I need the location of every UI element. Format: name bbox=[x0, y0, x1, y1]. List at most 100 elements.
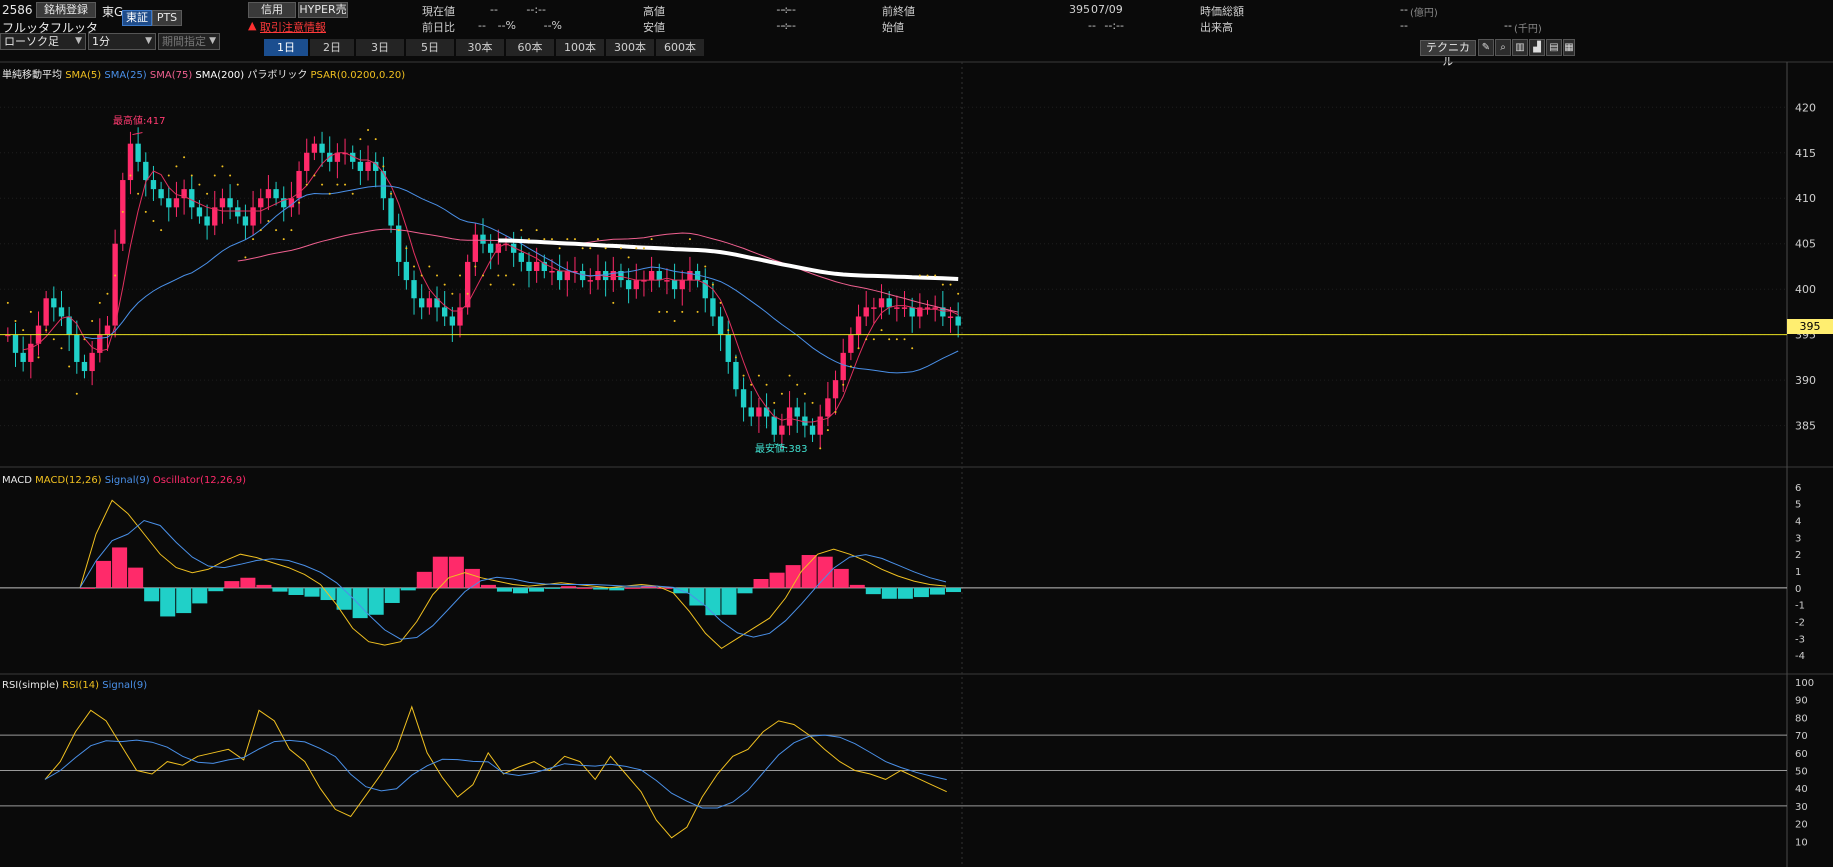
psar-dot bbox=[436, 274, 439, 277]
psar-dot bbox=[604, 247, 607, 250]
macd-tick-label: 1 bbox=[1795, 567, 1801, 578]
macd-osc-bar bbox=[96, 560, 112, 588]
psar-dot bbox=[14, 320, 17, 323]
candle-body bbox=[365, 161, 371, 171]
psar-dot bbox=[275, 229, 278, 232]
psar-dot bbox=[144, 210, 147, 213]
candle-body bbox=[518, 252, 525, 262]
candle-body bbox=[848, 334, 854, 353]
chart-canvas[interactable]: 4204154104054003953903856543210-1-2-3-41… bbox=[0, 0, 1833, 867]
psar-dot bbox=[489, 283, 492, 286]
psar-dot bbox=[742, 374, 745, 377]
psar-dot bbox=[321, 183, 324, 186]
candle-body bbox=[924, 307, 931, 309]
psar-dot bbox=[834, 410, 837, 413]
macd-osc-bar bbox=[288, 587, 304, 595]
psar-dot bbox=[60, 347, 63, 350]
candle-body bbox=[756, 407, 762, 417]
psar-dot bbox=[696, 310, 699, 313]
legend-sma25: SMA(25) bbox=[104, 70, 147, 81]
high-marker-label: 最高値:417 bbox=[113, 116, 166, 127]
psar-dot bbox=[757, 374, 760, 377]
psar-dot bbox=[443, 283, 446, 286]
candle-body bbox=[763, 407, 770, 417]
psar-dot bbox=[719, 301, 722, 304]
psar-dot bbox=[504, 274, 507, 277]
candle-body bbox=[74, 334, 80, 362]
candle-body bbox=[832, 380, 839, 399]
psar-dot bbox=[474, 265, 477, 268]
candle-body bbox=[81, 361, 88, 372]
candle-body bbox=[258, 198, 264, 208]
psar-dot bbox=[351, 192, 354, 195]
candle-body bbox=[955, 316, 961, 326]
psar-dot bbox=[45, 329, 48, 332]
main-legend: 単純移動平均 SMA(5) SMA(25) SMA(75) SMA(200) パ… bbox=[2, 66, 405, 81]
psar-dot bbox=[711, 283, 714, 286]
psar-dot bbox=[359, 138, 362, 141]
candle-body bbox=[388, 198, 394, 226]
candle-body bbox=[304, 152, 310, 171]
candle-body bbox=[273, 189, 279, 199]
psar-dot bbox=[282, 238, 285, 241]
psar-dot bbox=[788, 374, 791, 377]
psar-dot bbox=[106, 292, 109, 295]
psar-dot bbox=[957, 292, 960, 295]
psar-dot bbox=[68, 365, 71, 368]
psar-dot bbox=[129, 174, 132, 177]
legend-macd-osc: Oscillator(12,26,9) bbox=[152, 475, 247, 486]
psar-dot bbox=[75, 392, 78, 395]
psar-dot bbox=[229, 174, 232, 177]
psar-dot bbox=[137, 192, 140, 195]
psar-dot bbox=[773, 401, 776, 404]
psar-dot bbox=[681, 310, 684, 313]
macd-legend: MACD MACD(12,26) Signal(9) Oscillator(12… bbox=[2, 475, 246, 486]
psar-dot bbox=[466, 292, 469, 295]
psar-dot bbox=[888, 338, 891, 341]
macd-osc-bar bbox=[849, 584, 865, 588]
psar-dot bbox=[934, 274, 937, 277]
psar-dot bbox=[665, 310, 668, 313]
macd-osc-bar bbox=[224, 581, 240, 588]
psar-dot bbox=[482, 274, 484, 277]
macd-osc-bar bbox=[865, 587, 881, 595]
rsi-line bbox=[44, 705, 947, 839]
psar-dot bbox=[175, 165, 178, 168]
rsi-chart bbox=[0, 705, 1787, 839]
candle-body bbox=[556, 271, 563, 281]
rsi-tick-label: 60 bbox=[1795, 749, 1808, 760]
psar-dot bbox=[405, 247, 408, 250]
macd-tick-label: 3 bbox=[1795, 533, 1801, 544]
macd-osc-bar bbox=[464, 568, 480, 588]
rsi-signal-line bbox=[44, 734, 947, 809]
psar-dot bbox=[190, 174, 193, 177]
candle-body bbox=[480, 234, 486, 244]
psar-dot bbox=[459, 274, 462, 277]
candle-body bbox=[457, 307, 463, 326]
candle-body bbox=[687, 271, 693, 281]
macd-osc-bar bbox=[897, 587, 913, 599]
psar-dot bbox=[497, 274, 500, 277]
candle-body bbox=[549, 271, 555, 273]
psar-dot bbox=[535, 229, 538, 232]
psar-dot bbox=[688, 238, 691, 241]
candle-body bbox=[449, 316, 456, 326]
psar-dot bbox=[374, 138, 377, 141]
psar-dot bbox=[206, 192, 209, 195]
psar-dot bbox=[83, 338, 86, 341]
psar-dot bbox=[589, 247, 592, 250]
macd-osc-bar bbox=[801, 555, 817, 588]
psar-dot bbox=[344, 183, 347, 186]
candle-body bbox=[564, 271, 570, 281]
candle-body bbox=[633, 280, 639, 290]
macd-osc-bar bbox=[432, 556, 448, 588]
macd-chart bbox=[0, 499, 1787, 650]
macd-osc-bar bbox=[416, 571, 432, 588]
psar-dot bbox=[803, 392, 806, 395]
legend-sma75: SMA(75) bbox=[149, 70, 193, 81]
psar-dot bbox=[543, 238, 546, 241]
psar-dot bbox=[244, 256, 247, 259]
psar-dot bbox=[428, 265, 431, 268]
candle-body bbox=[319, 143, 325, 153]
candle-body bbox=[227, 198, 233, 208]
